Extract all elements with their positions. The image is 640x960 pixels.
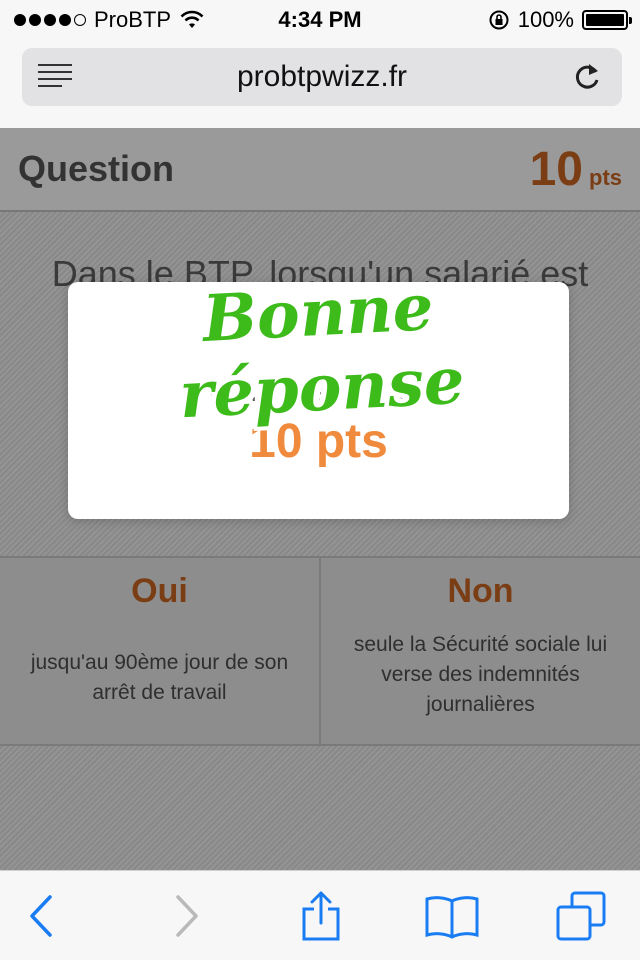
back-icon[interactable] bbox=[18, 891, 68, 941]
question-points: 10 pts bbox=[530, 142, 622, 197]
answer-title: Non bbox=[447, 572, 514, 610]
question-label: Question bbox=[18, 148, 175, 189]
answer-description: seule la Sécurité sociale lui verse des … bbox=[353, 633, 608, 716]
result-banner: Bonne réponse bbox=[62, 270, 578, 433]
answer-title: Oui bbox=[131, 572, 188, 610]
answer-non[interactable]: Non seule la Sécurité sociale lui verse … bbox=[321, 558, 640, 744]
status-bar: ProBTP 4:34 PM 100% bbox=[0, 0, 640, 40]
forward-icon bbox=[176, 895, 198, 937]
status-right: 100% bbox=[488, 7, 632, 33]
points-value: 10 bbox=[529, 143, 583, 196]
address-bar[interactable]: probtpwizz.fr bbox=[22, 48, 622, 106]
browser-toolbar bbox=[0, 870, 640, 960]
answer-description: jusqu'au 90ème jour de son arrêt de trav… bbox=[30, 651, 289, 704]
answers-row: Oui jusqu'au 90ème jour de son arrêt de … bbox=[0, 556, 640, 746]
url-text[interactable]: probtpwizz.fr bbox=[22, 60, 622, 94]
tabs-icon[interactable] bbox=[556, 891, 606, 941]
question-header: Question 10 pts bbox=[0, 128, 640, 212]
battery-icon bbox=[582, 10, 632, 30]
points-unit: pts bbox=[589, 165, 622, 190]
battery-percent: 100% bbox=[517, 7, 574, 32]
rotation-lock-icon bbox=[489, 10, 509, 30]
reload-icon[interactable] bbox=[570, 60, 604, 94]
share-icon[interactable] bbox=[296, 891, 346, 941]
bookmarks-icon[interactable] bbox=[424, 891, 480, 941]
result-title: Bonne réponse bbox=[177, 270, 467, 434]
answer-oui[interactable]: Oui jusqu'au 90ème jour de son arrêt de … bbox=[0, 558, 321, 744]
